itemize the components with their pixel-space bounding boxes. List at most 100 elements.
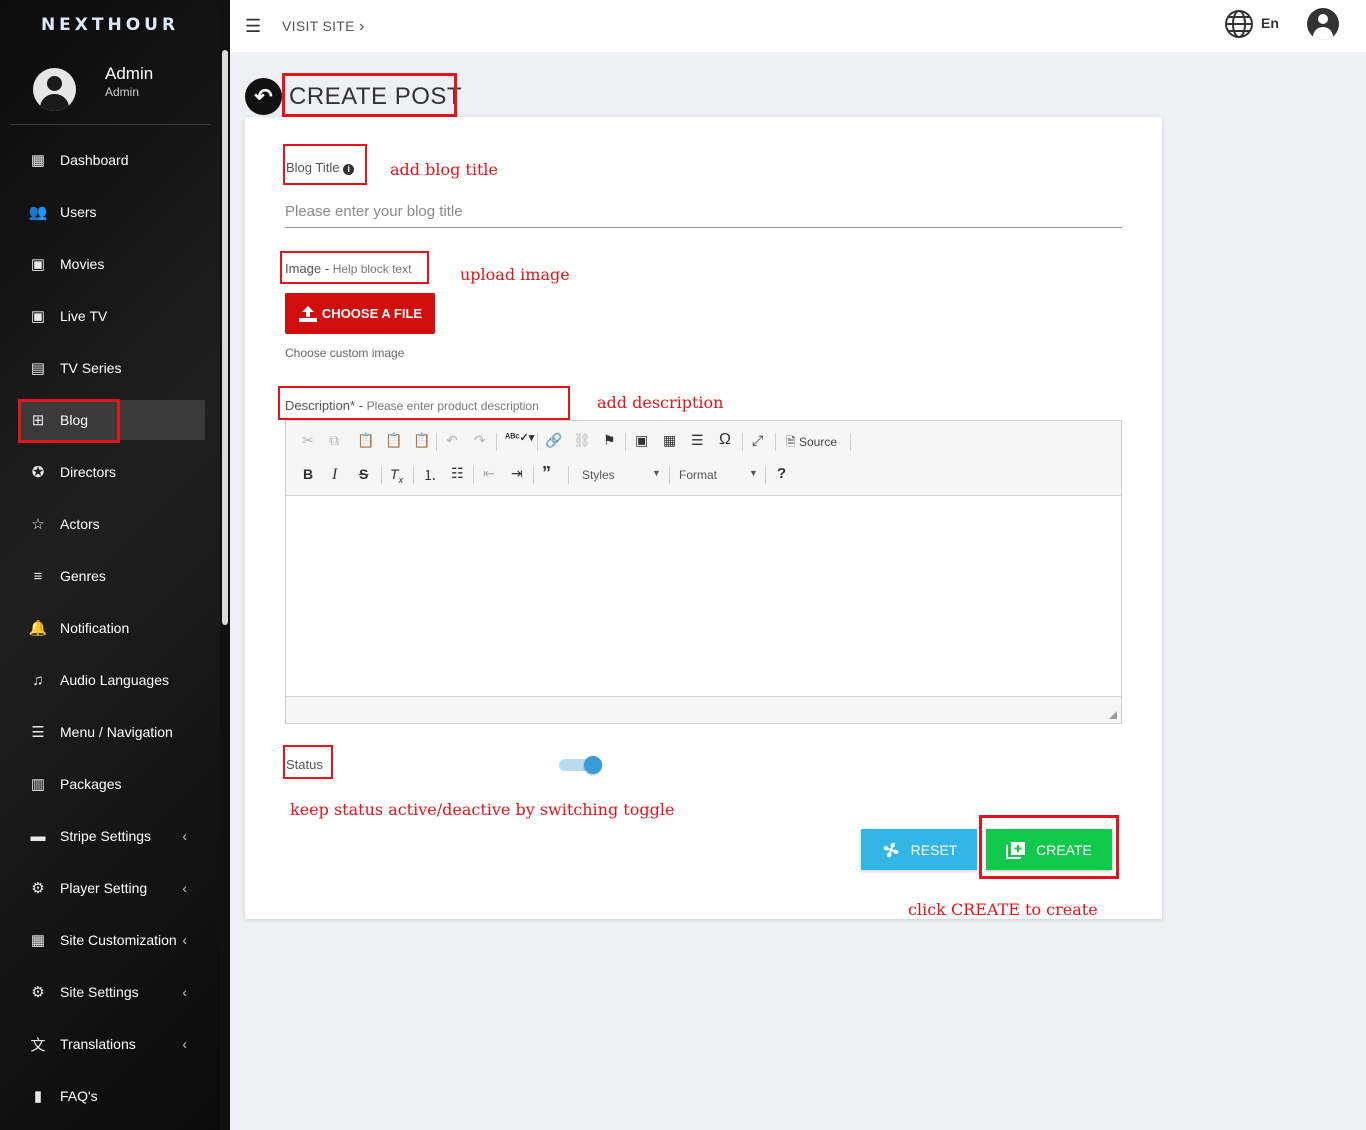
image-highlight-box	[280, 251, 429, 284]
sidebar-item-label: Directors	[60, 464, 117, 480]
redo-icon[interactable]: ↷	[474, 432, 486, 449]
image-insert-icon[interactable]: ▣	[635, 432, 648, 449]
anchor-flag-icon[interactable]: ⚑	[603, 432, 616, 449]
chevron-right-icon: ›	[358, 18, 365, 35]
sidebar-item-translations[interactable]: 文 Translations ‹	[18, 1024, 205, 1064]
sidebar-item-label: Users	[60, 204, 97, 220]
styles-dropdown[interactable]: Styles ▼	[582, 468, 661, 482]
packages-icon: ▥	[30, 776, 46, 793]
help-icon[interactable]: ?	[777, 465, 786, 482]
users-icon: 👥	[28, 204, 48, 221]
sidebar-item-actors[interactable]: ☆ Actors	[18, 504, 205, 544]
annotation-status: keep status active/deactive by switching…	[290, 800, 675, 819]
special-char-icon[interactable]: Ω	[719, 431, 731, 449]
sidebar-item-packages[interactable]: ▥ Packages	[18, 764, 205, 804]
tv-series-icon: ▤	[30, 360, 46, 377]
sidebar-item-player-setting[interactable]: ⚙ Player Setting ‹	[18, 868, 205, 908]
format-dropdown[interactable]: Format ▼	[679, 468, 758, 482]
choose-file-button[interactable]: CHOOSE A FILE	[285, 293, 435, 334]
paste-text-icon[interactable]: 📋	[385, 432, 402, 449]
live-tv-icon: ▣	[30, 308, 46, 325]
paste-word-icon[interactable]: 📋	[413, 432, 430, 449]
undo-icon[interactable]: ↶	[446, 432, 458, 449]
sidebar-item-tv-series[interactable]: ▤ TV Series	[18, 348, 205, 388]
stripe-icon: ▬	[30, 827, 46, 845]
dashboard-icon: ▦	[30, 152, 46, 169]
rich-text-editor: ✂ ⧉ 📋 📋 📋 ↶ ↷ ᴬᴮᶜ✓▾ 🔗 ⛓ ⚑ ▣ ▦ ☰ Ω ⤢ 🗎 So…	[285, 420, 1122, 724]
back-button[interactable]: ↶	[245, 78, 282, 115]
blog-title-highlight-box	[283, 144, 367, 185]
sidebar-item-users[interactable]: 👥 Users	[18, 192, 205, 232]
paste-icon[interactable]: 📋	[357, 432, 374, 449]
sidebar-item-label: Genres	[60, 568, 106, 584]
file-help-text: Choose custom image	[285, 346, 405, 360]
avatar	[33, 68, 76, 111]
resize-handle[interactable]	[1109, 711, 1117, 719]
brand-logo[interactable]: NEXTHOUR	[0, 0, 230, 50]
genres-icon: ≡	[33, 567, 43, 585]
hamburger-icon[interactable]: ☰	[245, 16, 261, 37]
blockquote-icon[interactable]: ”	[542, 463, 551, 484]
indent-icon[interactable]: ⇥	[511, 465, 523, 482]
sidebar-item-label: FAQ's	[60, 1088, 98, 1104]
sidebar-item-menu-navigation[interactable]: ☰ Menu / Navigation	[18, 712, 205, 752]
status-toggle[interactable]	[584, 756, 602, 774]
copy-icon[interactable]: ⧉	[329, 432, 339, 449]
player-gear-icon: ⚙	[31, 880, 45, 897]
editor-content-area[interactable]	[286, 497, 1121, 696]
numbered-list-icon[interactable]: ⒈	[423, 465, 437, 485]
editor-status-bar	[286, 696, 1121, 723]
sidebar-item-site-customization[interactable]: ▦ Site Customization ‹	[18, 920, 205, 960]
table-icon[interactable]: ▦	[663, 432, 676, 449]
sidebar-item-label: Menu / Navigation	[60, 724, 173, 740]
sidebar-item-faq-s[interactable]: ▮ FAQ's	[18, 1076, 205, 1116]
sidebar-item-label: Site Customization	[60, 932, 177, 948]
reset-button[interactable]: RESET	[861, 829, 977, 870]
sidebar-item-dashboard[interactable]: ▦ Dashboard	[18, 140, 205, 180]
sidebar-item-movies[interactable]: ▣ Movies	[18, 244, 205, 284]
blog-title-input[interactable]	[285, 196, 1122, 228]
sidebar-item-site-settings[interactable]: ⚙ Site Settings ‹	[18, 972, 205, 1012]
create-highlight-box	[979, 815, 1119, 879]
outdent-icon[interactable]: ⇤	[483, 465, 495, 482]
movies-icon: ▣	[30, 256, 46, 273]
link-icon[interactable]: 🔗	[545, 432, 562, 449]
format-caret-icon: ▼	[749, 468, 758, 478]
spellcheck-icon[interactable]: ᴬᴮᶜ✓▾	[505, 431, 534, 444]
visit-site-link[interactable]: VISIT SITE ›	[282, 18, 365, 36]
cut-icon[interactable]: ✂	[302, 432, 314, 449]
globe-icon[interactable]	[1224, 9, 1254, 39]
source-button[interactable]: 🗎 Source	[786, 433, 837, 454]
strikethrough-icon[interactable]: S	[359, 466, 368, 482]
profile-role: Admin	[105, 85, 140, 99]
remove-format-icon[interactable]: Tx	[390, 466, 403, 485]
sidebar-item-label: Translations	[60, 1036, 136, 1052]
sidebar-scrollbar[interactable]	[222, 50, 228, 625]
notification-icon: 🔔	[28, 620, 48, 637]
unlink-icon[interactable]: ⛓	[573, 432, 591, 449]
status-highlight-box	[283, 745, 333, 779]
bold-icon[interactable]: B	[303, 466, 313, 482]
back-arrow-icon: ↶	[254, 83, 273, 109]
source-label: Source	[798, 435, 838, 449]
sidebar-item-label: Movies	[60, 256, 105, 272]
sidebar-item-stripe-settings[interactable]: ▬ Stripe Settings ‹	[18, 816, 205, 856]
sidebar-item-live-tv[interactable]: ▣ Live TV	[18, 296, 205, 336]
horizontal-line-icon[interactable]: ☰	[691, 432, 704, 449]
profile-name: Admin	[105, 64, 154, 83]
sidebar-item-notification[interactable]: 🔔 Notification	[18, 608, 205, 648]
sidebar-item-label: Live TV	[60, 308, 108, 324]
bulleted-list-icon[interactable]: ☷	[451, 465, 464, 482]
site-gear-icon: ⚙	[31, 984, 45, 1001]
user-account-icon[interactable]	[1307, 8, 1339, 40]
language-selector[interactable]: En	[1261, 15, 1279, 31]
styles-caret-icon: ▼	[652, 468, 661, 478]
annotation-blog-title: add blog title	[390, 160, 498, 179]
maximize-icon[interactable]: ⤢	[752, 432, 763, 449]
sidebar-item-label: Actors	[60, 516, 100, 532]
fan-icon	[883, 842, 899, 857]
sidebar-item-audio-languages[interactable]: ♫ Audio Languages	[18, 660, 205, 700]
sidebar-item-genres[interactable]: ≡ Genres	[18, 556, 205, 596]
italic-icon[interactable]: I	[332, 466, 337, 484]
sidebar-item-directors[interactable]: ✪ Directors	[18, 452, 205, 492]
